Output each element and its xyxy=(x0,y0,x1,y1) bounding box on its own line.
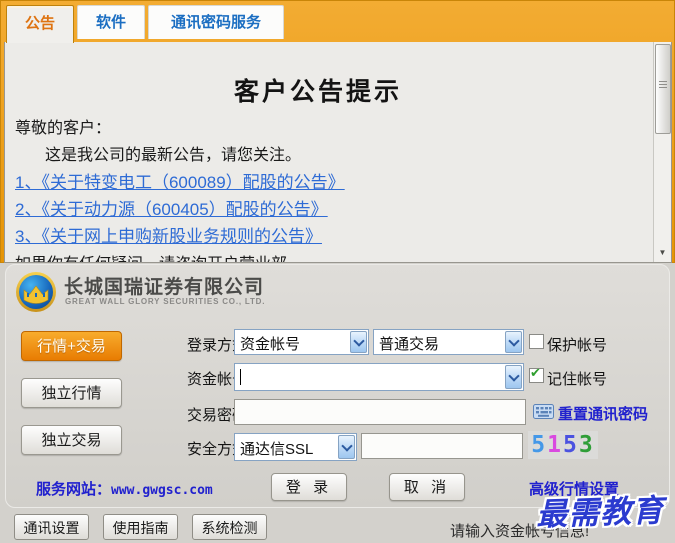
company-logo-icon xyxy=(16,272,56,312)
service-website-url[interactable]: www.gwgsc.com xyxy=(111,483,213,498)
verify-code-input[interactable] xyxy=(361,433,523,459)
announcement-link-2[interactable]: 2、《关于动力源（600405）配股的公告》 xyxy=(15,195,328,220)
scrollbar-grip-icon xyxy=(659,81,667,90)
chevron-down-icon xyxy=(338,435,355,459)
remember-account-label: 记住帐号 xyxy=(547,371,608,388)
login-method-value: 资金帐号 xyxy=(240,336,301,353)
account-input[interactable] xyxy=(234,363,524,391)
protect-account-label: 保护帐号 xyxy=(547,337,608,354)
protect-account-checkbox[interactable] xyxy=(529,334,544,349)
security-method-value: 通达信SSL xyxy=(240,441,314,458)
chevron-down-icon xyxy=(505,365,522,389)
login-panel: 长城国瑞证券有限公司 GREAT WALL GLORY SECURITIES C… xyxy=(5,264,670,508)
user-guide-button[interactable]: 使用指南 xyxy=(103,514,178,540)
tab-bar: 公告 软件 通讯密码服务 xyxy=(0,0,675,43)
mode-trade-only-button[interactable]: 独立交易 xyxy=(21,425,122,455)
cancel-button[interactable]: 取 消 xyxy=(389,473,465,501)
service-website-label: 服务网站： xyxy=(36,481,112,498)
announcement-footer: 如果你有任何疑问，请咨询开户营业部。 xyxy=(15,250,303,262)
keyboard-icon[interactable] xyxy=(533,404,554,419)
check-icon: ✔ xyxy=(530,365,541,380)
security-method-select[interactable]: 通达信SSL xyxy=(234,433,357,461)
tab-software[interactable]: 软件 xyxy=(77,5,145,39)
login-method-select[interactable]: 资金帐号 xyxy=(234,329,369,355)
chevron-down-icon xyxy=(505,331,522,353)
text-cursor xyxy=(240,369,241,385)
announcement-panel: 公告 软件 通讯密码服务 客户公告提示 尊敬的客户： 这是我公司的最新公告，请您… xyxy=(0,0,675,263)
captcha-image[interactable]: 5153 xyxy=(528,431,598,459)
announcement-title: 客户公告提示 xyxy=(233,78,402,106)
company-name-en: GREAT WALL GLORY SECURITIES CO., LTD. xyxy=(65,297,266,306)
announcement-link-1[interactable]: 1、《关于特变电工（600089）配股的公告》 xyxy=(15,168,345,193)
mode-quote-only-button[interactable]: 独立行情 xyxy=(21,378,122,408)
comm-settings-button[interactable]: 通讯设置 xyxy=(14,514,89,540)
captcha-value: 5153 xyxy=(531,432,595,458)
company-name: 长城国瑞证券有限公司 xyxy=(64,277,265,298)
watermark-text: 最需教育 xyxy=(535,492,665,534)
announcement-link-3[interactable]: 3、《关于网上申购新股业务规则的公告》 xyxy=(15,222,322,247)
trade-type-value: 普通交易 xyxy=(379,336,440,353)
announcement-greeting: 尊敬的客户： xyxy=(15,120,112,137)
login-button[interactable]: 登 录 xyxy=(271,473,347,501)
arrow-down-icon: ▼ xyxy=(658,248,667,257)
remember-account-checkbox[interactable]: ✔ xyxy=(529,365,544,383)
scrollbar-thumb[interactable] xyxy=(655,44,671,134)
password-input[interactable] xyxy=(234,399,526,425)
announcement-body: 客户公告提示 尊敬的客户： 这是我公司的最新公告，请您关注。 1、《关于特变电工… xyxy=(4,42,672,263)
mode-quote-trade-button[interactable]: 行情+交易 xyxy=(21,331,122,361)
scrollbar-down-button[interactable]: ▼ xyxy=(654,246,671,260)
chevron-down-icon xyxy=(350,331,367,353)
announcement-intro: 这是我公司的最新公告，请您关注。 xyxy=(45,147,302,164)
trade-type-select[interactable]: 普通交易 xyxy=(373,329,524,355)
service-website: 服务网站：www.gwgsc.com xyxy=(36,478,213,499)
reset-comm-password-link[interactable]: 重置通讯密码 xyxy=(558,403,648,424)
scrollbar[interactable]: ▼ xyxy=(653,42,671,262)
tab-announcement[interactable]: 公告 xyxy=(6,5,74,43)
tab-comm-password-service[interactable]: 通讯密码服务 xyxy=(148,5,284,39)
system-check-button[interactable]: 系统检测 xyxy=(192,514,267,540)
